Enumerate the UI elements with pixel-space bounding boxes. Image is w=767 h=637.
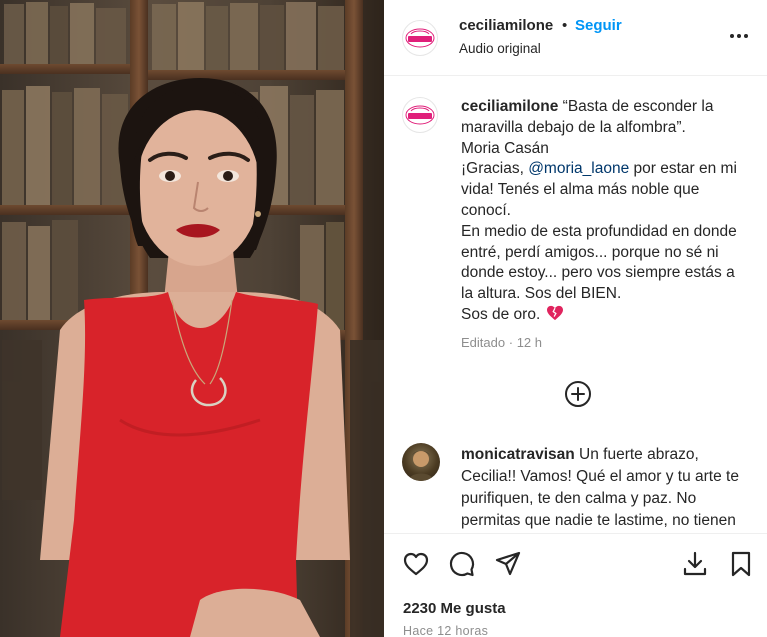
send-icon[interactable] (494, 550, 522, 578)
commenter-avatar[interactable] (402, 443, 440, 481)
download-icon[interactable] (681, 550, 709, 578)
mention-link[interactable]: @moria_laone (528, 160, 629, 177)
edited-time[interactable]: 12 h (517, 335, 542, 350)
heart-icon[interactable] (402, 550, 430, 578)
caption-author-avatar[interactable] (402, 97, 438, 133)
avatar-photo (408, 451, 434, 481)
caption-body: En medio de esta profundidad en donde en… (461, 222, 737, 303)
caption-meta: Editado · 12 h (461, 335, 542, 350)
meta-separator: · (508, 335, 514, 350)
comment-icon[interactable] (448, 550, 476, 578)
author-avatar[interactable] (402, 20, 438, 56)
author-username[interactable]: ceciliamilone (459, 17, 553, 34)
separator-dot: • (562, 17, 568, 34)
caption-username[interactable]: ceciliamilone (461, 98, 558, 115)
likes-count[interactable]: 2230 Me gusta (403, 600, 506, 617)
action-bar: 2230 Me gusta Hace 12 horas (384, 533, 767, 637)
post-video[interactable] (0, 0, 384, 637)
logo-icon (405, 28, 435, 48)
logo-icon (405, 105, 435, 125)
post-timestamp[interactable]: Hace 12 horas (403, 624, 488, 637)
caption-quote-author: Moria Casán (461, 139, 549, 157)
comment-item: monicatravisan Un fuerte abrazo, Cecilia… (461, 444, 751, 533)
books-and-person (2, 2, 384, 637)
plus-circle-icon[interactable] (563, 379, 593, 409)
more-options-icon[interactable] (727, 26, 751, 46)
broken-heart-icon (546, 305, 563, 321)
follow-button[interactable]: Seguir (575, 17, 622, 34)
commenter-username[interactable]: monicatravisan (461, 446, 575, 463)
bookmark-icon[interactable] (727, 550, 755, 578)
post-header: ceciliamilone • Seguir Audio original (384, 0, 767, 76)
caption-thanks-prefix: ¡Gracias, (461, 160, 529, 178)
caption-closing: Sos de oro. (461, 305, 545, 323)
post-caption: ceciliamilone “Basta de esconder la mara… (461, 97, 746, 326)
edited-label: Editado (461, 335, 506, 350)
post-details-panel: ceciliamilone • Seguir Audio original ce… (384, 0, 767, 637)
comments-section[interactable]: ceciliamilone “Basta de esconder la mara… (384, 77, 767, 533)
audio-label[interactable]: Audio original (459, 41, 541, 56)
